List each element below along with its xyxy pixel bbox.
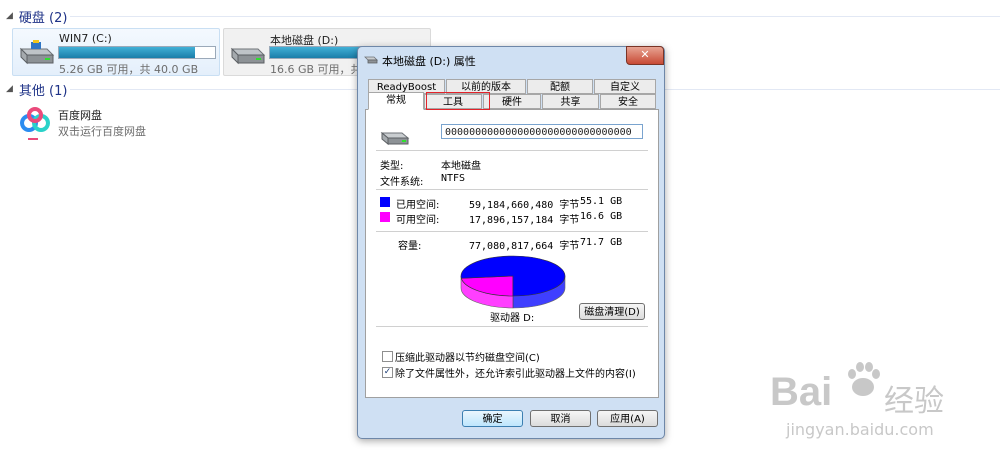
separator [376, 231, 648, 232]
hard-drive-icon [230, 47, 266, 65]
tab-general[interactable]: 常规 [368, 92, 424, 110]
dialog-title: 本地磁盘 (D:) 属性 [382, 55, 476, 68]
drive-info: 5.26 GB 可用，共 40.0 GB [59, 63, 199, 76]
drive-tile-c[interactable]: WIN7 (C:) 5.26 GB 可用，共 40.0 GB [12, 28, 220, 76]
tab-hardware[interactable]: 硬件 [483, 94, 541, 109]
drive-usage-bar [58, 46, 216, 59]
highlight-box [426, 92, 490, 110]
group-header-label: 其他 (1) [18, 83, 68, 99]
drive-name: WIN7 (C:) [59, 32, 112, 45]
baidu-netdisk-icon [20, 107, 50, 140]
used-space-swatch [380, 197, 390, 207]
free-space-size: 16.6 GB [580, 211, 623, 222]
paw-icon [848, 362, 880, 396]
ok-button[interactable]: 确定 [462, 410, 523, 427]
fs-label: 文件系统: [380, 177, 424, 188]
properties-dialog: 本地磁盘 (D:) 属性 ✕ ReadyBoost 以前的版本 配额 自定义 工… [357, 46, 665, 439]
group-header-other[interactable]: ◢ 其他 (1) [6, 80, 68, 99]
collapse-triangle-icon[interactable]: ◢ [6, 84, 13, 94]
item-name: 百度网盘 [58, 109, 102, 122]
type-value: 本地磁盘 [441, 161, 481, 172]
watermark-logo-cn: 经验 [884, 384, 944, 419]
type-label: 类型: [380, 161, 404, 172]
tab-security[interactable]: 安全 [600, 94, 656, 109]
volume-label-input[interactable]: 0000000000000000000000000000000 [441, 124, 643, 139]
used-space-label: 已用空间: [396, 200, 440, 211]
disk-cleanup-button[interactable]: 磁盘清理(D) [579, 303, 645, 320]
item-desc: 双击运行百度网盘 [58, 125, 146, 138]
disk-usage-pie [460, 255, 566, 309]
tab-sharing[interactable]: 共享 [542, 94, 599, 109]
baidu-netdisk-item[interactable]: 百度网盘 双击运行百度网盘 [14, 103, 214, 143]
capacity-size: 71.7 GB [580, 237, 623, 248]
group-divider [70, 16, 1000, 17]
compress-label: 压缩此驱动器以节约磁盘空间(C) [395, 353, 540, 364]
hard-drive-icon [380, 131, 410, 146]
index-checkbox[interactable]: ✓ [382, 367, 393, 378]
pie-top [460, 255, 566, 297]
group-header-label: 硬盘 (2) [18, 10, 68, 26]
capacity-bytes: 77,080,817,664 字节 [469, 241, 580, 252]
compress-checkbox[interactable] [382, 351, 393, 362]
watermark-logo: Bai [770, 370, 833, 414]
tab-quota[interactable]: 配额 [527, 79, 593, 94]
cancel-button[interactable]: 取消 [530, 410, 591, 427]
drive-letter-label: 驱动器 D: [490, 313, 535, 324]
used-space-size: 55.1 GB [580, 196, 623, 207]
used-space-bytes: 59,184,660,480 字节 [469, 200, 580, 211]
apply-button[interactable]: 应用(A) [597, 410, 658, 427]
collapse-triangle-icon[interactable]: ◢ [6, 11, 13, 21]
drive-title-icon [364, 56, 378, 64]
group-header-hdd[interactable]: ◢ 硬盘 (2) [6, 7, 68, 26]
hard-drive-icon [19, 40, 55, 65]
capacity-label: 容量: [398, 241, 422, 252]
free-space-bytes: 17,896,157,184 字节 [469, 215, 580, 226]
free-space-swatch [380, 212, 390, 222]
fs-value: NTFS [441, 173, 466, 184]
index-label: 除了文件属性外，还允许索引此驱动器上文件的内容(I) [395, 369, 636, 380]
close-button[interactable]: ✕ [626, 46, 664, 65]
tab-customize[interactable]: 自定义 [594, 79, 656, 94]
separator [376, 150, 648, 151]
free-space-label: 可用空间: [396, 215, 440, 226]
separator [376, 189, 648, 190]
watermark-url: jingyan.baidu.com [786, 420, 934, 439]
drive-usage-fill [59, 47, 195, 58]
separator [376, 326, 648, 327]
